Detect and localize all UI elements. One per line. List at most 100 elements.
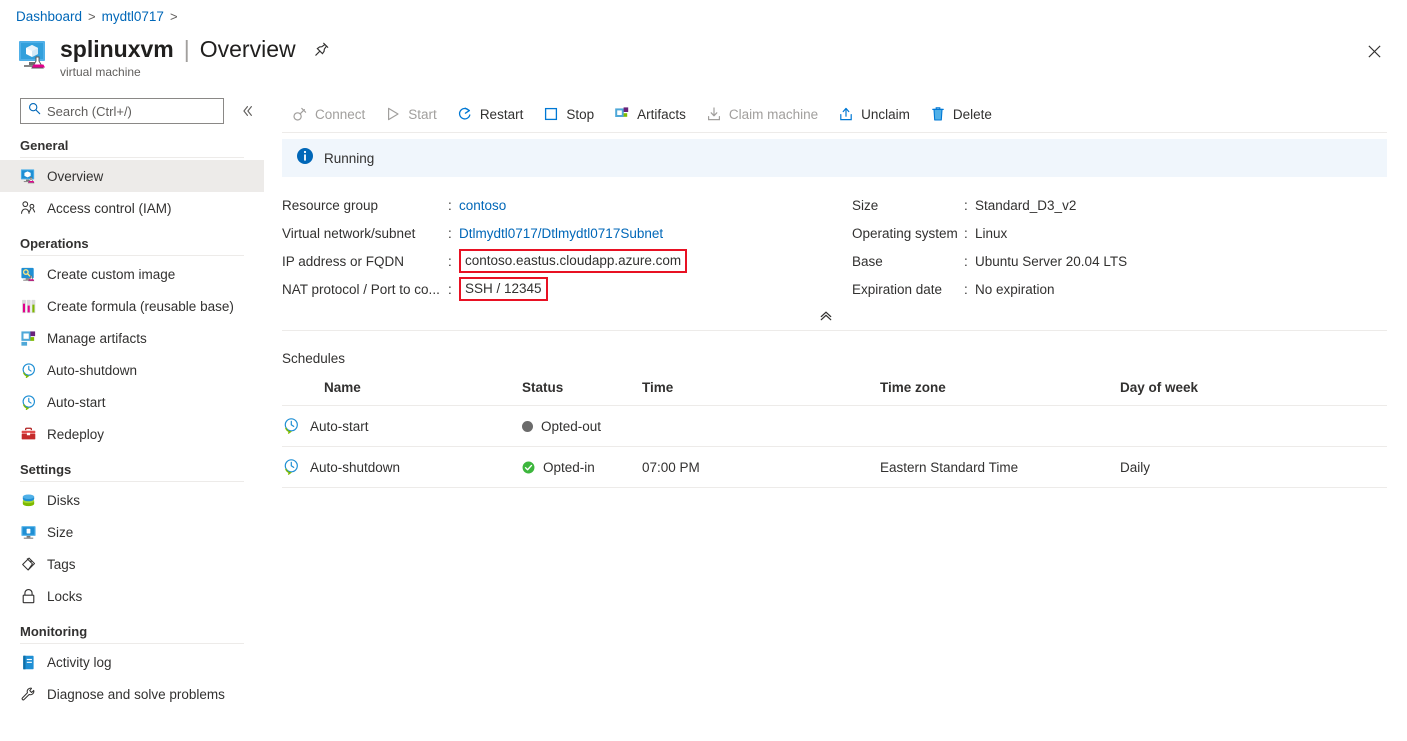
property-colon: : <box>448 197 452 213</box>
restart-button[interactable]: Restart <box>447 99 534 129</box>
close-icon[interactable] <box>1363 40 1385 62</box>
sidebar-divider <box>20 481 244 482</box>
search-box[interactable] <box>20 98 224 124</box>
sidebar-item-label: Redeploy <box>47 426 105 442</box>
gray-dot-icon <box>522 420 533 432</box>
property-colon: : <box>964 253 968 269</box>
command-toolbar: Connect Start Restart Stop Artifacts Cla… <box>264 96 1407 132</box>
schedule-status: Opted-out <box>541 418 602 434</box>
property-value: Ubuntu Server 20.04 LTS <box>975 253 1128 269</box>
property-expiration-date: Expiration date : No expiration <box>852 275 1127 303</box>
property-resource-group: Resource group : contoso <box>282 191 852 219</box>
sidebar-item-tags[interactable]: Tags <box>0 548 264 580</box>
property-value: Standard_D3_v2 <box>975 197 1077 213</box>
sidebar-item-overview[interactable]: Overview <box>0 160 264 192</box>
column-header-day-of-week[interactable]: Day of week <box>1120 380 1387 406</box>
breadcrumb: Dashboard > mydtl0717 > <box>16 9 178 24</box>
sidebar-item-auto-shutdown[interactable]: Auto-shutdown <box>0 354 264 386</box>
breadcrumb-item-dashboard[interactable]: Dashboard <box>16 9 82 24</box>
sidebar-item-label: Create formula (reusable base) <box>47 298 234 314</box>
column-header-status[interactable]: Status <box>522 380 642 406</box>
resource-type-subtitle: virtual machine <box>60 65 141 79</box>
cell-time <box>642 405 880 447</box>
property-value-link[interactable]: Dtlmydtl0717/Dtlmydtl0717Subnet <box>459 226 663 241</box>
artifacts-button[interactable]: Artifacts <box>604 99 696 129</box>
toolbar-button-label: Delete <box>952 106 992 122</box>
delete-button[interactable]: Delete <box>920 99 1002 129</box>
connect-plug-icon <box>292 106 308 122</box>
property-key: NAT protocol / Port to co... <box>282 281 440 297</box>
schedules-title: Schedules <box>282 351 346 366</box>
pin-icon[interactable] <box>312 40 332 60</box>
sidebar-item-auto-start[interactable]: Auto-start <box>0 386 264 418</box>
resource-name: splinuxvm <box>60 36 174 62</box>
sidebar-item-access-control[interactable]: Access control (IAM) <box>0 192 264 224</box>
property-value: No expiration <box>975 281 1055 297</box>
schedules-table: Name Status Time Time zone Day of week A… <box>282 380 1387 488</box>
property-colon: : <box>448 281 452 297</box>
sidebar-group-settings: Settings <box>20 462 72 477</box>
unclaim-button[interactable]: Unclaim <box>828 99 920 129</box>
sidebar-item-label: Manage artifacts <box>47 330 147 346</box>
schedule-name: Auto-start <box>310 418 369 434</box>
connect-button[interactable]: Connect <box>282 99 375 129</box>
column-header-time[interactable]: Time <box>642 380 880 406</box>
restart-arrow-icon <box>457 106 473 122</box>
property-virtual-network-subnet: Virtual network/subnet : Dtlmydtl0717/Dt… <box>282 219 852 247</box>
disks-icon <box>20 492 37 509</box>
toolbox-icon <box>20 426 37 443</box>
schedule-clock-icon <box>282 417 300 435</box>
sidebar-item-locks[interactable]: Locks <box>0 580 264 612</box>
tag-icon <box>20 556 37 573</box>
column-header-time-zone[interactable]: Time zone <box>880 380 1120 406</box>
status-badge: Running <box>324 150 375 166</box>
property-colon: : <box>964 197 968 213</box>
cell-status: Opted-in <box>522 446 642 488</box>
sidebar-item-diagnose[interactable]: Diagnose and solve problems <box>0 678 264 710</box>
sidebar-item-size[interactable]: Size <box>0 516 264 548</box>
blade-sidebar: General Overview <box>0 96 264 741</box>
property-colon: : <box>448 225 452 241</box>
table-row[interactable]: Auto-start Opted-out <box>282 405 1387 447</box>
start-button[interactable]: Start <box>375 99 447 129</box>
search-input[interactable] <box>41 102 209 120</box>
sidebar-group-general: General <box>20 138 69 153</box>
stop-square-icon <box>543 106 559 122</box>
sidebar-item-disks[interactable]: Disks <box>0 484 264 516</box>
property-key: Resource group <box>282 197 379 213</box>
claim-machine-button[interactable]: Claim machine <box>696 99 828 129</box>
table-row[interactable]: Auto-shutdown Opted-in 07:00 PM Eastern … <box>282 446 1387 488</box>
column-header-name[interactable]: Name <box>282 380 522 406</box>
green-check-icon <box>522 461 535 474</box>
toolbar-button-label: Stop <box>566 106 595 122</box>
sidebar-item-manage-artifacts[interactable]: Manage artifacts <box>0 322 264 354</box>
property-base: Base : Ubuntu Server 20.04 LTS <box>852 247 1127 275</box>
sidebar-item-label: Auto-start <box>47 394 106 410</box>
sidebar-item-redeploy[interactable]: Redeploy <box>0 418 264 450</box>
monitor-icon <box>20 524 37 541</box>
sidebar-search-row <box>0 96 264 126</box>
breadcrumb-item-lab[interactable]: mydtl0717 <box>102 9 164 24</box>
title-pipe: | <box>183 36 190 62</box>
sidebar-item-activity-log[interactable]: Activity log <box>0 646 264 678</box>
sidebar-group-operations: Operations <box>20 236 89 251</box>
property-value: Linux <box>975 225 1008 241</box>
property-value-link[interactable]: contoso <box>459 198 506 213</box>
property-size: Size : Standard_D3_v2 <box>852 191 1127 219</box>
sidebar-group-monitoring: Monitoring <box>20 624 88 639</box>
chevron-double-left-icon[interactable] <box>238 102 256 120</box>
sidebar-item-label: Tags <box>47 556 76 572</box>
clock-icon <box>20 362 37 379</box>
toolbar-divider <box>282 132 1387 133</box>
people-icon <box>20 200 37 217</box>
sidebar-item-create-custom-image[interactable]: Create custom image <box>0 258 264 290</box>
virtual-machine-icon <box>20 168 37 185</box>
lock-icon <box>20 588 37 605</box>
chevron-double-up-icon[interactable] <box>819 309 833 326</box>
clock-icon <box>20 394 37 411</box>
property-colon: : <box>448 253 452 269</box>
schedule-status: Opted-in <box>543 459 595 475</box>
breadcrumb-separator-icon-2: > <box>169 9 178 24</box>
stop-button[interactable]: Stop <box>533 99 604 129</box>
sidebar-item-create-formula[interactable]: Create formula (reusable base) <box>0 290 264 322</box>
